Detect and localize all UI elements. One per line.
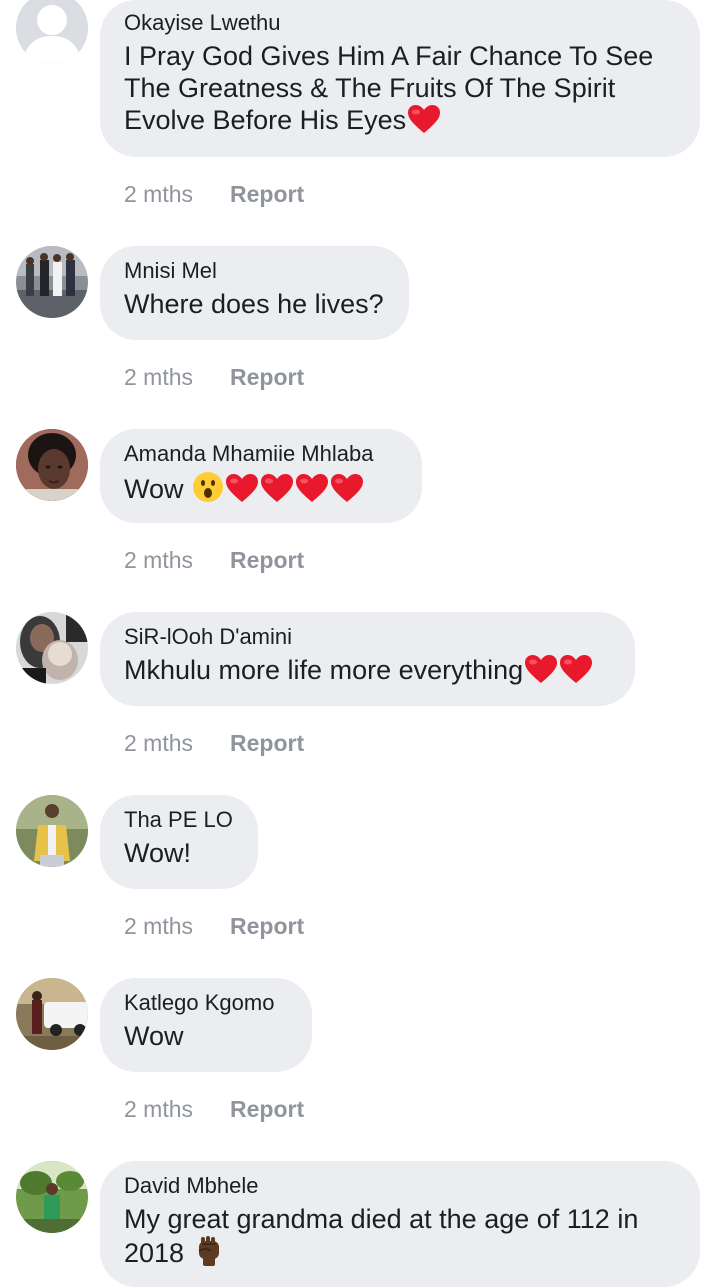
comment-meta: 2 mths Report — [124, 911, 304, 941]
comment-timestamp[interactable]: 2 mths — [124, 545, 230, 575]
comment-meta: 2 mths Report — [124, 179, 304, 209]
comment-author[interactable]: Katlego Kgomo — [124, 988, 288, 1018]
comment-bubble[interactable]: David Mbhele My great grandma died at th… — [100, 1161, 700, 1287]
comment-text: Where does he lives? — [124, 289, 384, 319]
comment-meta: 2 mths Report — [124, 545, 304, 575]
heart-icon — [295, 473, 329, 503]
comment-meta: 2 mths Report — [124, 362, 304, 392]
heart-icon — [559, 654, 593, 684]
raised-fist-icon — [193, 1235, 225, 1267]
comment-timestamp[interactable]: 2 mths — [124, 1094, 230, 1124]
report-link[interactable]: Report — [230, 911, 304, 941]
comment-bubble[interactable]: SiR-lOoh D'amini Mkhulu more life more e… — [100, 612, 635, 706]
comment-timestamp[interactable]: 2 mths — [124, 362, 230, 392]
comment-text: My great grandma died at the age of 112 … — [124, 1204, 639, 1268]
heart-icon — [524, 654, 558, 684]
comment-bubble[interactable]: Amanda Mhamiie Mhlaba Wow — [100, 429, 422, 523]
comment-meta: 2 mths Report — [124, 728, 304, 758]
comment-author[interactable]: SiR-lOoh D'amini — [124, 622, 611, 652]
comment-text: Mkhulu more life more everything — [124, 654, 611, 686]
report-link[interactable]: Report — [230, 362, 304, 392]
avatar[interactable] — [16, 795, 88, 867]
comment-text: Wow! — [124, 838, 192, 868]
avatar[interactable] — [16, 1161, 88, 1233]
comment-bubble[interactable]: Katlego Kgomo Wow — [100, 978, 312, 1072]
surprised-face-icon — [192, 471, 224, 503]
comment-timestamp[interactable]: 2 mths — [124, 179, 230, 209]
comment-meta: 2 mths Report — [124, 1094, 304, 1124]
avatar[interactable] — [16, 612, 88, 684]
comment-timestamp[interactable]: 2 mths — [124, 728, 230, 758]
heart-icon — [330, 473, 364, 503]
comment-text: Wow — [124, 1021, 184, 1051]
comment-author[interactable]: David Mbhele — [124, 1171, 676, 1201]
comment-author[interactable]: Okayise Lwethu — [124, 8, 676, 38]
report-link[interactable]: Report — [230, 545, 304, 575]
default-avatar-icon[interactable] — [16, 0, 88, 64]
heart-icon — [407, 104, 441, 134]
heart-icon — [260, 473, 294, 503]
report-link[interactable]: Report — [230, 1094, 304, 1124]
heart-icon — [225, 473, 259, 503]
comment-bubble[interactable]: Mnisi Mel Where does he lives? — [100, 246, 409, 340]
comment-text: Wow — [124, 471, 398, 505]
comment-author[interactable]: Mnisi Mel — [124, 256, 385, 286]
avatar[interactable] — [16, 978, 88, 1050]
report-link[interactable]: Report — [230, 179, 304, 209]
comment-author[interactable]: Amanda Mhamiie Mhlaba — [124, 439, 398, 469]
comment-author[interactable]: Tha PE LO — [124, 805, 234, 835]
comment-bubble[interactable]: Okayise Lwethu I Pray God Gives Him A Fa… — [100, 0, 700, 157]
comment-timestamp[interactable]: 2 mths — [124, 911, 230, 941]
comment-text: I Pray God Gives Him A Fair Chance To Se… — [124, 41, 654, 135]
avatar[interactable] — [16, 246, 88, 318]
avatar[interactable] — [16, 429, 88, 501]
report-link[interactable]: Report — [230, 728, 304, 758]
comment-bubble[interactable]: Tha PE LO Wow! — [100, 795, 258, 889]
